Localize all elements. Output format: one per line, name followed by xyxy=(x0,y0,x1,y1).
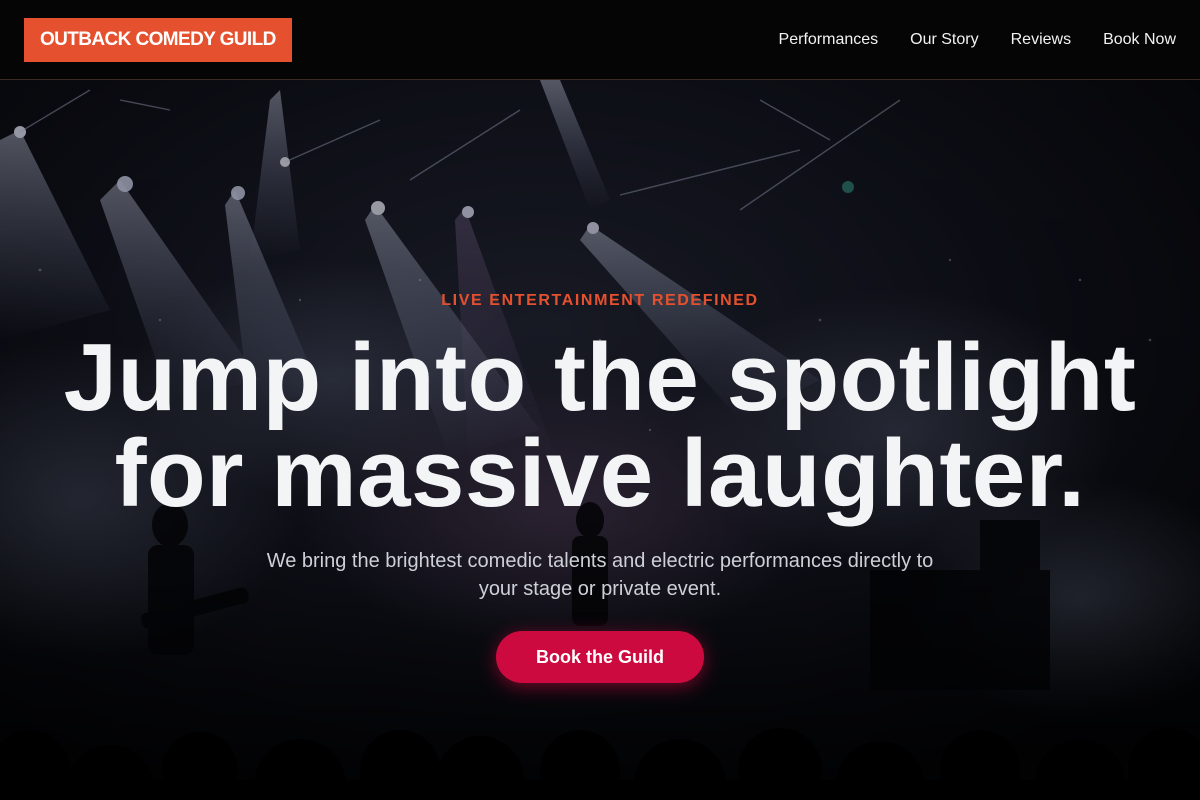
hero-headline-line-2: for massive laughter. xyxy=(114,420,1086,527)
nav-link-book-now[interactable]: Book Now xyxy=(1103,31,1176,49)
hero-headline-line-1: Jump into the spotlight xyxy=(63,324,1137,431)
main-nav: Performances Our Story Reviews Book Now xyxy=(779,0,1176,80)
book-the-guild-button[interactable]: Book the Guild xyxy=(496,631,704,683)
site-header: OUTBACK COMEDY GUILD Performances Our St… xyxy=(0,0,1200,80)
hero-subtext: We bring the brightest comedic talents a… xyxy=(266,550,934,600)
page: OUTBACK COMEDY GUILD Performances Our St… xyxy=(0,0,1200,800)
nav-link-performances[interactable]: Performances xyxy=(779,31,879,49)
logo[interactable]: OUTBACK COMEDY GUILD xyxy=(24,18,292,62)
hero-eyebrow: LIVE ENTERTAINMENT REDEFINED xyxy=(441,292,759,309)
hero-content: LIVE ENTERTAINMENT REDEFINED Jump into t… xyxy=(0,80,1200,800)
nav-link-reviews[interactable]: Reviews xyxy=(1011,31,1071,49)
hero-section: LIVE ENTERTAINMENT REDEFINED Jump into t… xyxy=(0,80,1200,800)
nav-link-our-story[interactable]: Our Story xyxy=(910,31,978,49)
hero-headline: Jump into the spotlight for massive laug… xyxy=(0,330,1200,522)
